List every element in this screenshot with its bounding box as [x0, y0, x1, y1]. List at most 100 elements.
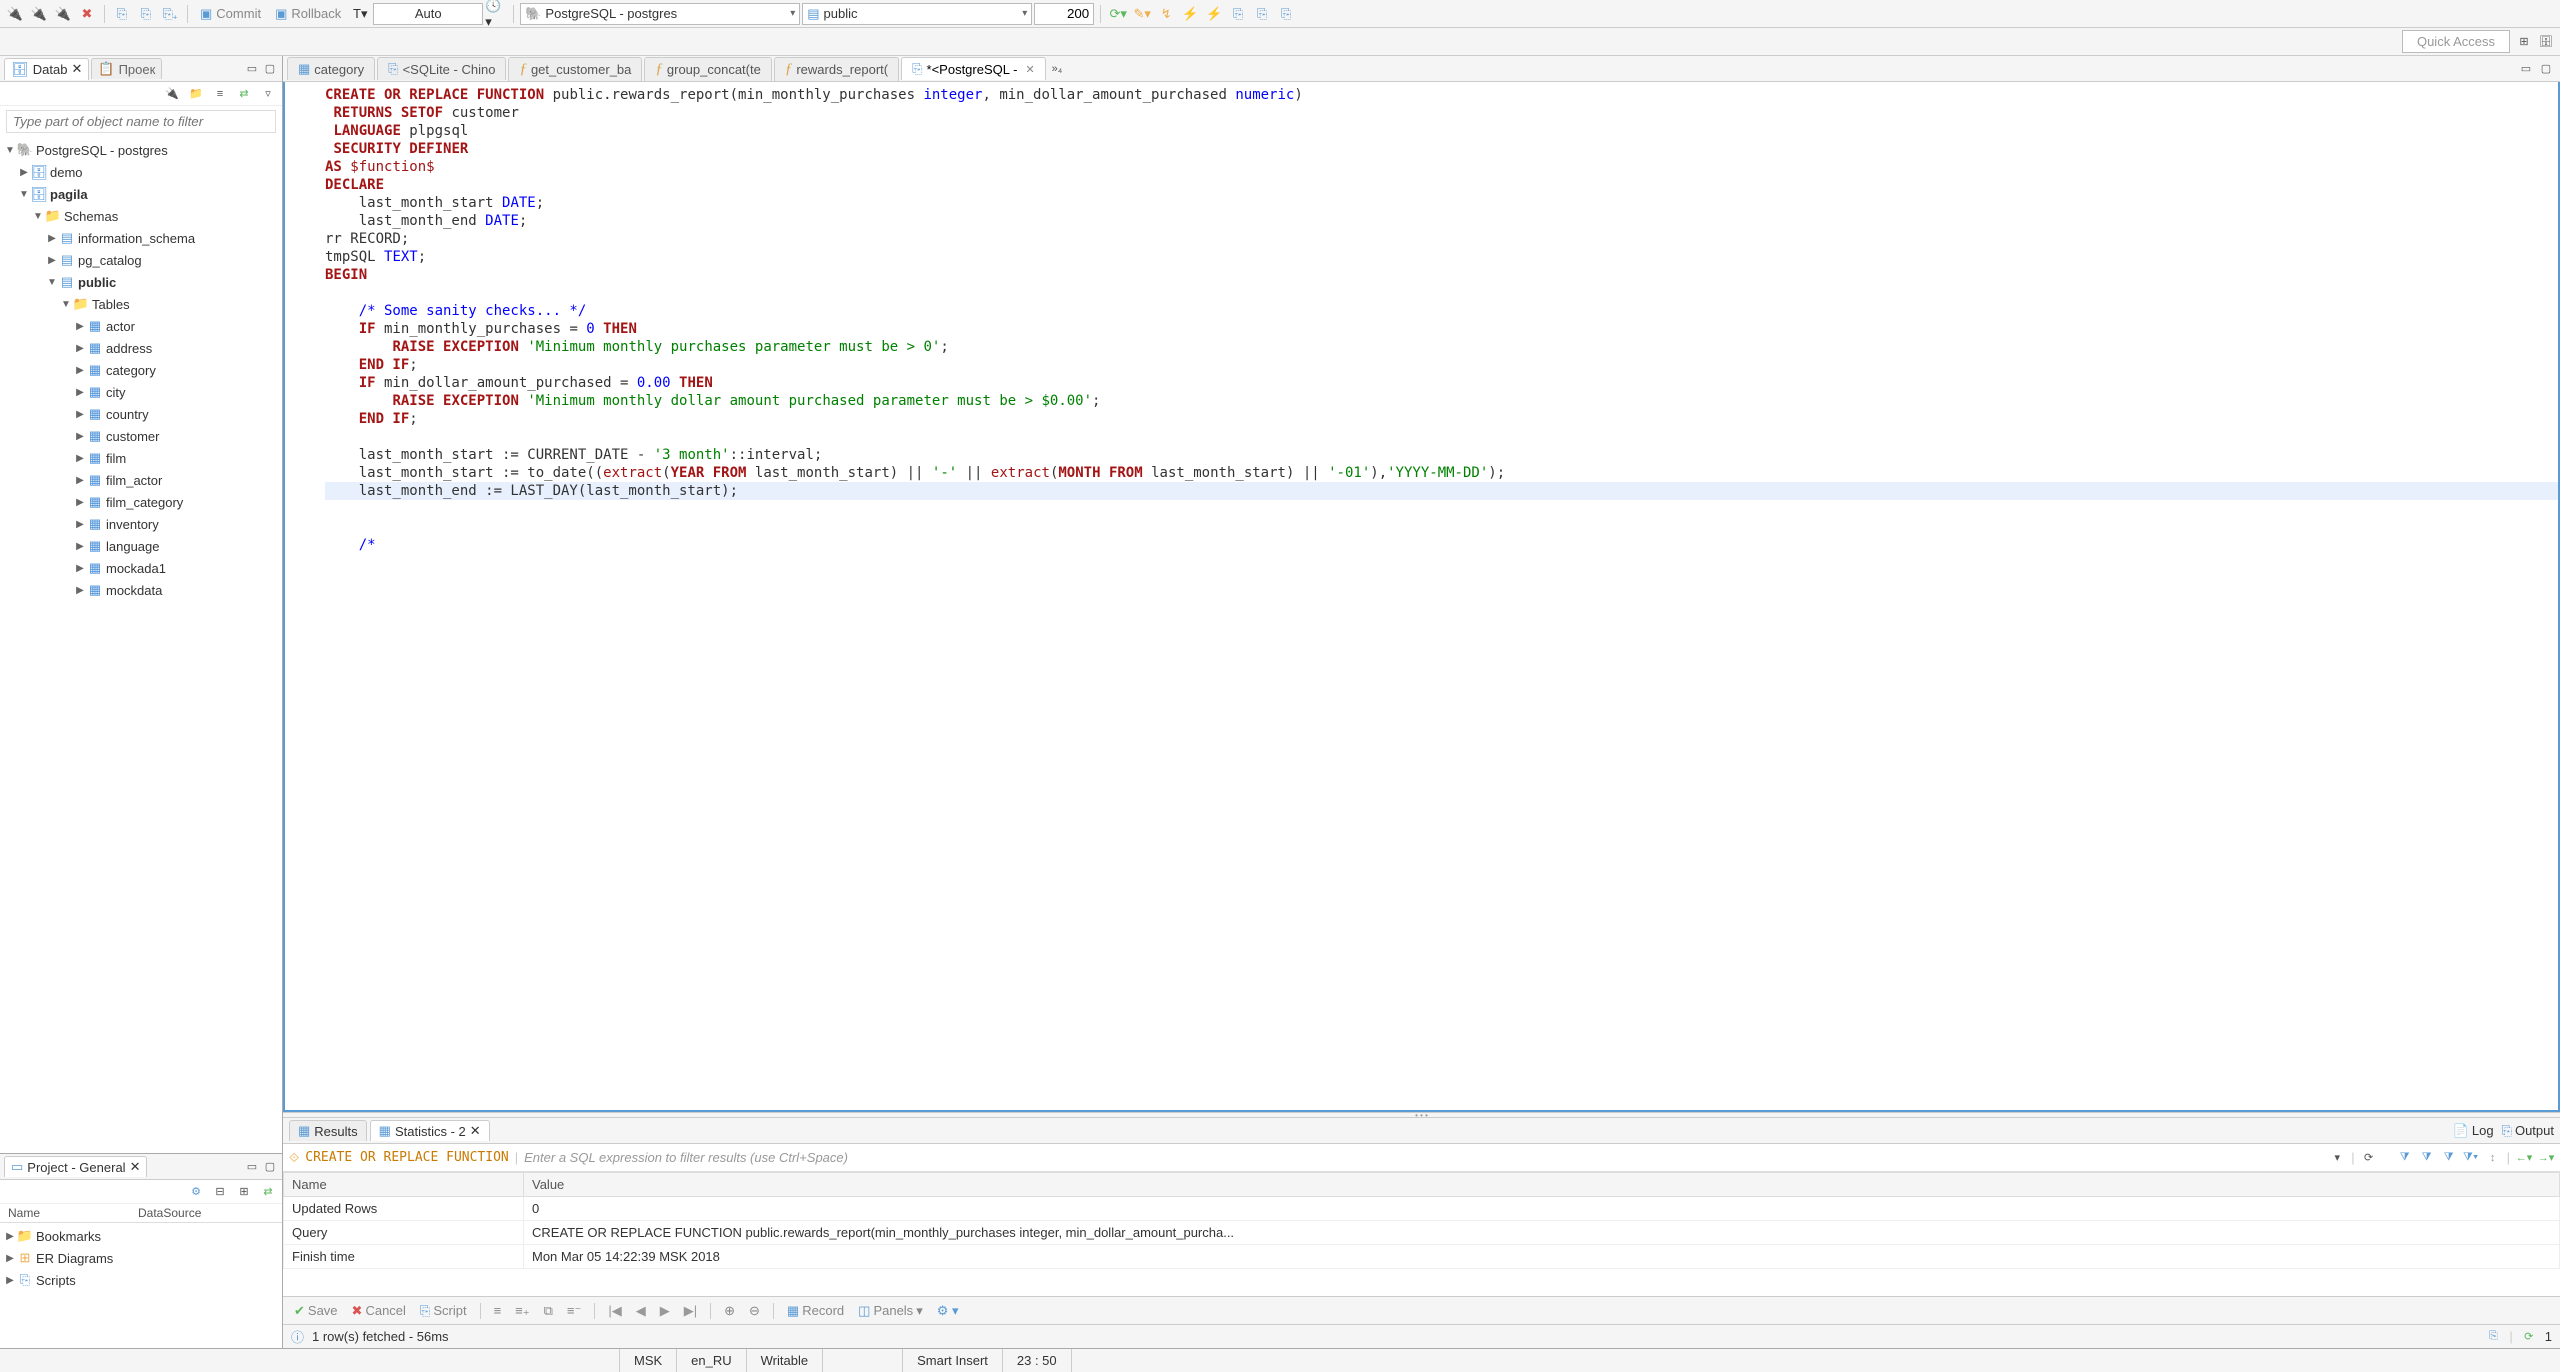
- zoom-in-icon[interactable]: ⊕: [719, 1301, 740, 1321]
- refresh-results-icon[interactable]: ⟳: [2521, 1329, 2537, 1345]
- tree-connection[interactable]: ▼🐘PostgreSQL - postgres: [0, 139, 282, 161]
- tab-projects[interactable]: 📋Проек: [91, 58, 162, 79]
- perspective-db-icon[interactable]: 🗄: [2538, 34, 2554, 50]
- connect-icon[interactable]: 🔌: [4, 3, 26, 25]
- tree-table-inventory[interactable]: ▶▦inventory: [0, 513, 282, 535]
- tree-table-filmactor[interactable]: ▶▦film_actor: [0, 469, 282, 491]
- output-button[interactable]: ⎘Output: [2502, 1123, 2554, 1139]
- menu-tree-icon[interactable]: ▿: [260, 86, 276, 102]
- import-icon[interactable]: ⎘: [1251, 3, 1273, 25]
- next-page-icon[interactable]: ▶: [655, 1301, 675, 1321]
- settings-gear-icon[interactable]: ⚙ ▾: [932, 1301, 964, 1321]
- perspective-icon[interactable]: ⊞: [2516, 34, 2532, 50]
- sql-editor-recent-icon[interactable]: ⎘₊: [159, 3, 181, 25]
- tab-category[interactable]: ▦category: [287, 57, 375, 80]
- log-button[interactable]: 📄Log: [2453, 1123, 2494, 1139]
- editor-maximize-icon[interactable]: ▢: [2538, 61, 2554, 77]
- tree-table-mockdata[interactable]: ▶▦mockdata: [0, 579, 282, 601]
- edit-connection-icon[interactable]: 🔌: [52, 3, 74, 25]
- tab-groupconcat[interactable]: ƒgroup_concat(te: [644, 57, 771, 81]
- new-connection-icon[interactable]: 🔌: [28, 3, 50, 25]
- tree-schema-public[interactable]: ▼▤public: [0, 271, 282, 293]
- tab-results[interactable]: ▦Results: [289, 1120, 367, 1141]
- execute-icon[interactable]: ⚡: [1179, 3, 1201, 25]
- cancel-button[interactable]: ✖Cancel: [347, 1301, 411, 1321]
- tree-table-actor[interactable]: ▶▦actor: [0, 315, 282, 337]
- filter-sort-icon[interactable]: ↕: [2485, 1150, 2501, 1166]
- proj-scripts[interactable]: ▶⎘Scripts: [0, 1269, 282, 1291]
- proj-minimize-icon[interactable]: ▭: [244, 1159, 260, 1175]
- filter-funnel3-icon[interactable]: ⧩: [2441, 1150, 2457, 1166]
- tree-table-city[interactable]: ▶▦city: [0, 381, 282, 403]
- add-row-icon[interactable]: ≡₊: [510, 1301, 534, 1321]
- script-button[interactable]: ⎘Script: [415, 1301, 472, 1321]
- tree-db-demo[interactable]: ▶🗄demo: [0, 161, 282, 183]
- prev-page-icon[interactable]: ◀: [631, 1301, 651, 1321]
- proj-bookmarks[interactable]: ▶📁Bookmarks: [0, 1225, 282, 1247]
- tab-project-general[interactable]: ▭ Project - General ✕: [4, 1156, 147, 1177]
- filter-funnel1-icon[interactable]: ⧩: [2397, 1150, 2413, 1166]
- stop-icon[interactable]: ✎▾: [1131, 3, 1153, 25]
- zoom-out-icon[interactable]: ⊖: [744, 1301, 765, 1321]
- tab-postgresql-active[interactable]: ⎘*<PostgreSQL -✕: [901, 57, 1046, 80]
- tree-table-country[interactable]: ▶▦country: [0, 403, 282, 425]
- connection-dropdown[interactable]: 🐘PostgreSQL - postgres▾: [520, 3, 800, 25]
- sql-editor-icon[interactable]: ⎘: [111, 3, 133, 25]
- dup-row-icon[interactable]: ⧉: [539, 1301, 558, 1321]
- auto-commit-dropdown[interactable]: Auto: [373, 3, 483, 25]
- minimize-icon[interactable]: ▭: [244, 61, 260, 77]
- explain-icon[interactable]: ↯: [1155, 3, 1177, 25]
- tree-schema-info[interactable]: ▶▤information_schema: [0, 227, 282, 249]
- tree-table-film[interactable]: ▶▦film: [0, 447, 282, 469]
- sql-editor-new-icon[interactable]: ⎘: [135, 3, 157, 25]
- filter-hint[interactable]: Enter a SQL expression to filter results…: [524, 1150, 2323, 1165]
- del-row-icon[interactable]: ≡⁻: [562, 1301, 586, 1321]
- proj-link-icon[interactable]: ⇄: [260, 1184, 276, 1200]
- proj-add-icon[interactable]: ⊞: [236, 1184, 252, 1200]
- tab-rewards[interactable]: ƒrewards_report(: [774, 57, 899, 81]
- table-row[interactable]: Finish timeMon Mar 05 14:22:39 MSK 2018: [284, 1245, 2560, 1269]
- tree-tables[interactable]: ▼📁Tables: [0, 293, 282, 315]
- nav-back-icon[interactable]: ←▾: [2516, 1150, 2532, 1166]
- tab-databases[interactable]: 🗄Datab ✕: [4, 58, 89, 80]
- schema-dropdown[interactable]: ▤public▾: [802, 3, 1032, 25]
- tree-schemas[interactable]: ▼📁Schemas: [0, 205, 282, 227]
- transaction-mode-icon[interactable]: T▾: [349, 3, 371, 25]
- col-name[interactable]: Name: [284, 1173, 524, 1197]
- execute-script-icon[interactable]: ⚡: [1203, 3, 1225, 25]
- export-icon[interactable]: ⎘: [1227, 3, 1249, 25]
- tree-table-category[interactable]: ▶▦category: [0, 359, 282, 381]
- status-insert[interactable]: Smart Insert: [903, 1349, 1003, 1372]
- tab-statistics[interactable]: ▦Statistics - 2 ✕: [370, 1120, 490, 1141]
- tree-table-address[interactable]: ▶▦address: [0, 337, 282, 359]
- tree-schema-pgcat[interactable]: ▶▤pg_catalog: [0, 249, 282, 271]
- connect-tree-icon[interactable]: 🔌: [164, 86, 180, 102]
- link-tree-icon[interactable]: ⇄: [236, 86, 252, 102]
- disconnect-icon[interactable]: ✖: [76, 3, 98, 25]
- proj-gear-icon[interactable]: ⚙: [188, 1184, 204, 1200]
- proj-er[interactable]: ▶⊞ER Diagrams: [0, 1247, 282, 1269]
- quick-access-button[interactable]: Quick Access: [2402, 30, 2510, 53]
- col-value[interactable]: Value: [524, 1173, 2560, 1197]
- last-page-icon[interactable]: ▶|: [679, 1301, 702, 1321]
- table-row[interactable]: Updated Rows0: [284, 1197, 2560, 1221]
- editor-minimize-icon[interactable]: ▭: [2518, 61, 2534, 77]
- tabs-overflow[interactable]: »₄: [1052, 63, 1063, 75]
- sql-editor[interactable]: CREATE OR REPLACE FUNCTION public.reward…: [283, 82, 2560, 1112]
- row-limit-input[interactable]: [1034, 3, 1094, 25]
- record-button[interactable]: ▦Record: [782, 1301, 849, 1321]
- history-icon[interactable]: 🕓▾: [485, 3, 507, 25]
- table-row[interactable]: QueryCREATE OR REPLACE FUNCTION public.r…: [284, 1221, 2560, 1245]
- status-writable[interactable]: Writable: [747, 1349, 823, 1372]
- edit-row-icon[interactable]: ≡: [489, 1301, 507, 1320]
- filter-funnel2-icon[interactable]: ⧩: [2419, 1150, 2435, 1166]
- refresh-icon[interactable]: ⟳▾: [1107, 3, 1129, 25]
- nav-fwd-icon[interactable]: →▾: [2538, 1150, 2554, 1166]
- filter-dropdown-icon[interactable]: ▾: [2329, 1150, 2345, 1166]
- tab-sqlite[interactable]: ⎘<SQLite - Chino: [377, 57, 506, 80]
- tree-filter-input[interactable]: [6, 110, 276, 133]
- tree-table-mockada1[interactable]: ▶▦mockada1: [0, 557, 282, 579]
- tree-db-pagila[interactable]: ▼🗄pagila: [0, 183, 282, 205]
- filter-refresh-icon[interactable]: ⟳: [2361, 1150, 2377, 1166]
- save-button[interactable]: ✔Save: [289, 1301, 343, 1321]
